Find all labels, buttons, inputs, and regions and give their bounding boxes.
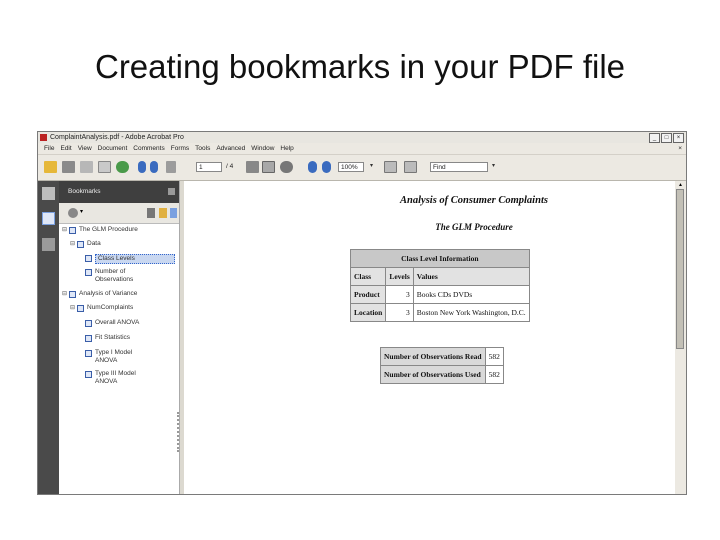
bookmark-icon	[85, 335, 92, 342]
table-row: Product 3 Books CDs DVDs	[349, 285, 530, 304]
maximize-button[interactable]: □	[661, 133, 672, 143]
document-view: Analysis of Consumer Complaints The GLM …	[184, 181, 675, 494]
select-tool-icon[interactable]	[246, 161, 259, 173]
scroll-up-icon[interactable]: ▲	[675, 181, 686, 189]
bookmark-icon	[69, 291, 76, 298]
menu-document[interactable]: Document	[98, 143, 128, 154]
class-level-table: Class Level Information Class Levels Val…	[349, 249, 530, 322]
fit-page-icon[interactable]	[384, 161, 397, 173]
table-cell: Boston New York Washington, D.C.	[412, 303, 530, 322]
page-total-label: / 4	[226, 163, 234, 170]
find-input[interactable]: Find	[430, 162, 488, 172]
hand-tool-icon[interactable]	[262, 161, 275, 173]
main-toolbar: 1 / 4 100% ▾ Find ▾	[38, 155, 686, 181]
table-cell: 3	[385, 303, 414, 322]
bookmark-icon	[77, 241, 84, 248]
bookmarks-panel: Bookmarks ▾ ⊟ The GLM Procedure ⊟ Data C…	[59, 181, 179, 494]
tree-expander-icon[interactable]: ⊟	[62, 226, 67, 233]
menu-edit[interactable]: Edit	[60, 143, 71, 154]
acrobat-window: ComplaintAnalysis.pdf - Adobe Acrobat Pr…	[37, 131, 687, 495]
zoom-out-icon[interactable]	[308, 161, 317, 173]
zoom-in-icon[interactable]	[322, 161, 331, 173]
delete-bookmark-icon[interactable]	[147, 208, 155, 218]
options-dropdown-icon[interactable]: ▾	[80, 208, 83, 215]
expand-bookmark-icon[interactable]	[170, 208, 177, 218]
table-cell: 582	[484, 347, 504, 366]
email-icon[interactable]	[98, 161, 111, 173]
row-header: Number of Observations Read	[380, 347, 486, 366]
table-row: Number of Observations Used 582	[380, 365, 504, 384]
row-header: Location	[349, 303, 387, 322]
table-row: Number of Observations Read 582	[380, 347, 504, 366]
table-cell: Books CDs DVDs	[412, 285, 530, 304]
new-bookmark-icon[interactable]	[159, 208, 167, 218]
bookmark-icon	[77, 305, 84, 312]
zoom-dropdown-icon[interactable]: ▾	[370, 162, 373, 169]
zoom-level-input[interactable]: 100%	[338, 162, 364, 172]
menu-help[interactable]: Help	[280, 143, 293, 154]
bookmark-tree: ⊟ The GLM Procedure ⊟ Data Class Levels …	[59, 224, 179, 494]
slide-title: Creating bookmarks in your PDF file	[94, 48, 626, 85]
menu-advanced[interactable]: Advanced	[216, 143, 245, 154]
rotate-icon[interactable]	[166, 161, 176, 173]
bookmark-icon	[85, 269, 92, 276]
pages-panel-icon[interactable]	[42, 187, 55, 200]
minimize-button[interactable]: _	[649, 133, 660, 143]
bookmarks-panel-header: Bookmarks	[59, 181, 179, 203]
save-icon[interactable]	[80, 161, 93, 173]
window-controls: _ □ ×	[649, 133, 684, 143]
zoom-tool-icon[interactable]	[280, 161, 293, 173]
tree-expander-icon[interactable]: ⊟	[70, 304, 75, 311]
previous-page-icon[interactable]	[138, 161, 146, 173]
next-page-icon[interactable]	[150, 161, 158, 173]
acrobat-app-icon	[40, 134, 47, 141]
table-cell: 3	[385, 285, 414, 304]
options-gear-icon[interactable]	[68, 208, 78, 218]
column-header: Class	[349, 267, 387, 286]
menu-file[interactable]: File	[44, 143, 54, 154]
bookmark-icon	[85, 255, 92, 262]
document-subtitle: The GLM Procedure	[435, 222, 513, 232]
bookmarks-toolbar: ▾	[59, 203, 179, 224]
close-window-button[interactable]: ×	[673, 133, 684, 143]
menubar: File Edit View Document Comments Forms T…	[38, 143, 686, 154]
observations-table: Number of Observations Read 582 Number o…	[380, 347, 504, 384]
tree-expander-icon[interactable]: ⊟	[62, 290, 67, 297]
bookmark-icon	[85, 320, 92, 327]
row-header: Number of Observations Used	[380, 365, 486, 384]
menu-window[interactable]: Window	[251, 143, 274, 154]
document-title: Analysis of Consumer Complaints	[400, 195, 548, 206]
find-dropdown-icon[interactable]: ▾	[492, 162, 495, 169]
bookmarks-panel-title: Bookmarks	[68, 188, 101, 195]
window-titlebar: ComplaintAnalysis.pdf - Adobe Acrobat Pr…	[38, 132, 686, 143]
open-folder-icon[interactable]	[44, 161, 57, 173]
print-icon[interactable]	[62, 161, 75, 173]
window-title: ComplaintAnalysis.pdf - Adobe Acrobat Pr…	[50, 134, 184, 141]
table-row: Location 3 Boston New York Washington, D…	[349, 303, 530, 322]
page-number-input[interactable]: 1	[196, 162, 222, 172]
table-caption: Class Level Information	[350, 249, 530, 268]
menu-view[interactable]: View	[78, 143, 92, 154]
bookmark-icon	[85, 371, 92, 378]
menu-comments[interactable]: Comments	[133, 143, 164, 154]
column-header: Levels	[385, 267, 414, 286]
column-header: Values	[412, 267, 530, 286]
navigation-pane	[38, 181, 59, 494]
document-close-button[interactable]: ×	[678, 143, 682, 154]
bookmark-icon	[69, 227, 76, 234]
collaborate-icon[interactable]	[116, 161, 129, 173]
bookmarks-panel-icon[interactable]	[42, 212, 55, 225]
tree-expander-icon[interactable]: ⊟	[70, 240, 75, 247]
vertical-scrollbar[interactable]: ▲	[675, 181, 686, 494]
menu-forms[interactable]: Forms	[171, 143, 189, 154]
fit-width-icon[interactable]	[404, 161, 417, 173]
bookmark-icon	[85, 350, 92, 357]
row-header: Product	[349, 285, 387, 304]
panel-close-icon[interactable]	[168, 188, 175, 195]
signatures-panel-icon[interactable]	[42, 238, 55, 251]
scrollbar-thumb[interactable]	[676, 189, 684, 349]
menu-tools[interactable]: Tools	[195, 143, 210, 154]
table-cell: 582	[484, 365, 504, 384]
